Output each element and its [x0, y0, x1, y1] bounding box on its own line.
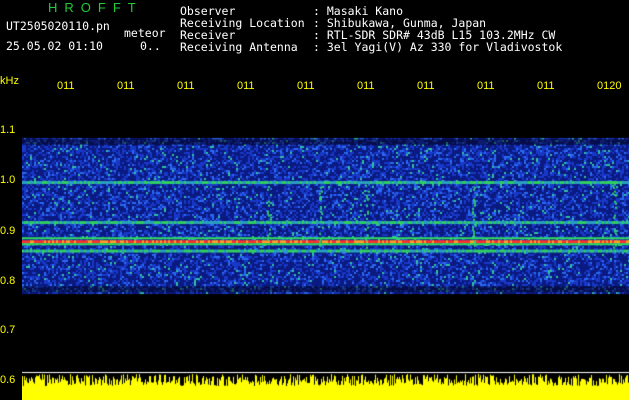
y-tick-label: 1.1: [0, 124, 16, 136]
filename: UT2505020110.pn: [6, 19, 110, 33]
spectrogram-canvas: [22, 95, 629, 400]
x-tick-label: 011: [537, 80, 555, 92]
x-tick-label: 011: [177, 80, 195, 92]
app-logo: HROFFT: [48, 0, 143, 15]
x-tick-label: 011: [357, 80, 375, 92]
y-tick-label: 0.7: [0, 324, 16, 336]
x-tick-label: 011: [57, 80, 75, 92]
x-tick-label: 011: [297, 80, 315, 92]
x-tick-label: 011: [417, 80, 435, 92]
y-tick-label: 0.8: [0, 275, 16, 287]
y-tick-label: 0.6: [0, 374, 16, 386]
counter: 0..: [140, 39, 161, 53]
axis-unit: kHz: [0, 75, 19, 87]
x-tick-label: 011: [477, 80, 495, 92]
antenna-label: Receiving Antenna: [180, 40, 298, 54]
x-tick-label: 011: [117, 80, 135, 92]
datetime: 25.05.02 01:10: [6, 39, 103, 53]
y-tick-label: 1.0: [0, 174, 16, 186]
y-tick-label: 0.9: [0, 225, 16, 237]
type-label: meteor: [124, 26, 166, 40]
hrofft-window: HROFFT UT2505020110.pn meteor 25.05.02 0…: [0, 0, 629, 400]
antenna-value: : 3el Yagi(V) Az 330 for Vladivostok: [313, 40, 563, 54]
x-tick-label: 011: [237, 80, 255, 92]
x-tick-label: 0120: [597, 80, 622, 92]
